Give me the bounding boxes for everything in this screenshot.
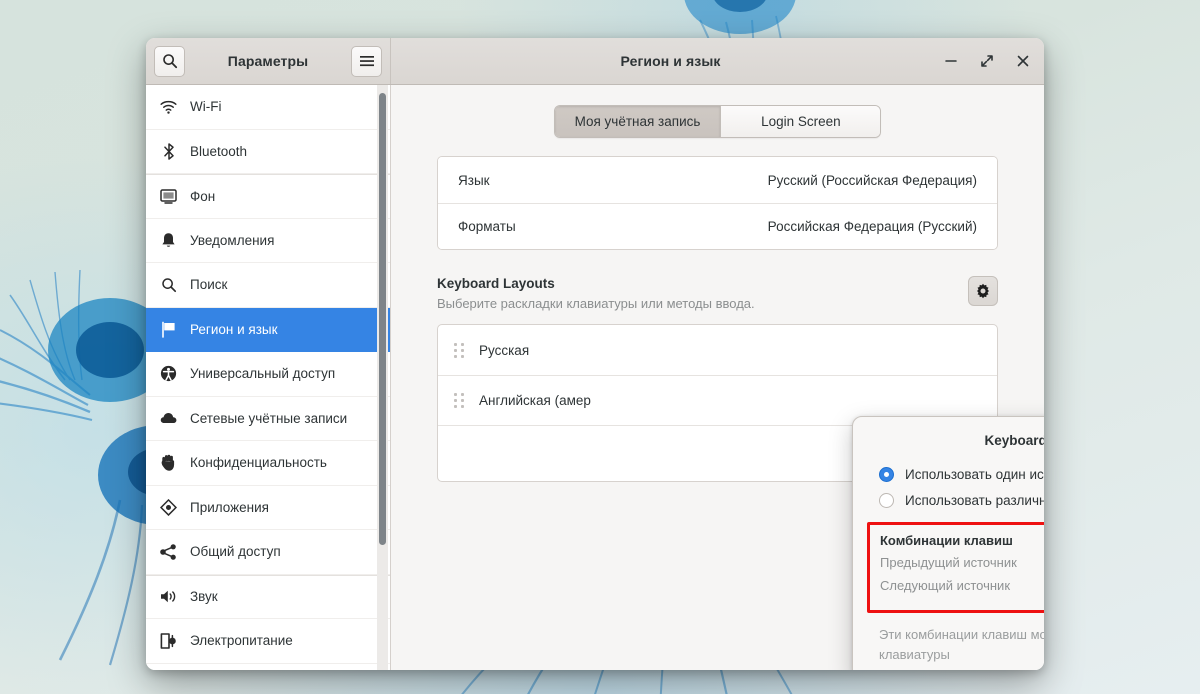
sidebar-item-label: Wi-Fi — [190, 99, 222, 115]
share-icon — [160, 543, 177, 560]
radio-selected-icon[interactable] — [879, 466, 894, 482]
keyboard-layouts-section-header: Keyboard Layouts Выберите раскладки клав… — [437, 276, 998, 311]
window-controls — [936, 46, 1038, 76]
option-label: Использовать один источник для всех окон — [905, 466, 1044, 482]
desktop-background-icon — [160, 188, 177, 205]
search-icon — [160, 276, 177, 293]
sidebar: Wi-Fi Bluetooth Фон Уведомления Поиск Ре… — [146, 85, 391, 670]
account-mode-switcher: Моя учётная запись Login Screen — [437, 105, 998, 138]
row-label: Форматы — [458, 219, 516, 234]
shortcut-label: Следующий источник — [880, 578, 1010, 593]
hand-icon — [160, 454, 177, 471]
section-subtitle: Выберите раскладки клавиатуры или методы… — [437, 296, 755, 311]
power-plug-icon — [160, 632, 177, 649]
option-single-source[interactable]: Использовать один источник для всех окон — [867, 461, 1044, 487]
sidebar-item-online-accounts[interactable]: Сетевые учётные записи — [146, 397, 390, 441]
content-headerbar: Регион и язык — [391, 38, 1044, 84]
keyboard-options-button[interactable] — [968, 276, 998, 306]
close-icon — [1017, 55, 1029, 67]
sidebar-item-label: Конфиденциальность — [190, 455, 327, 471]
sidebar-item-label: Общий доступ — [190, 544, 281, 560]
row-label: Язык — [458, 172, 490, 188]
cloud-icon — [160, 410, 177, 427]
close-button[interactable] — [1008, 46, 1038, 76]
shortcut-previous-source[interactable]: Предыдущий источник Shift+Super+Пробел — [880, 555, 1044, 578]
sidebar-item-label: Звук — [190, 589, 218, 605]
maximize-button[interactable] — [972, 46, 1002, 76]
sidebar-headerbar: Параметры — [146, 38, 391, 84]
language-list: Язык Русский (Российская Федерация) Форм… — [437, 156, 998, 250]
minimize-icon — [945, 60, 957, 62]
window-title: Регион и язык — [620, 53, 721, 69]
sidebar-scrollbar[interactable] — [379, 93, 386, 545]
option-per-window-source[interactable]: Использовать различные источники для каж… — [867, 487, 1044, 513]
sidebar-header-title: Параметры — [227, 53, 309, 69]
keyboard-layout-label: Русская — [479, 342, 530, 358]
sidebar-item-label: Уведомления — [190, 232, 275, 248]
sidebar-item-wifi[interactable]: Wi-Fi — [146, 85, 390, 130]
row-formats[interactable]: Форматы Российская Федерация (Русский) — [438, 203, 997, 249]
sidebar-item-background[interactable]: Фон — [146, 174, 390, 219]
sidebar-item-label: Bluetooth — [190, 143, 248, 159]
row-language[interactable]: Язык Русский (Российская Федерация) — [438, 157, 997, 203]
sidebar-item-region-and-language[interactable]: Регион и язык — [146, 307, 390, 352]
row-value: Российская Федерация (Русский) — [767, 219, 977, 234]
sidebar-item-privacy[interactable]: Конфиденциальность — [146, 441, 390, 486]
main-menu-button[interactable] — [351, 45, 382, 77]
shortcut-next-source[interactable]: Следующий источник Super+Пробел — [880, 578, 1044, 601]
keyboard-layout-row[interactable]: Русская — [438, 325, 997, 375]
section-title: Keyboard Layouts — [437, 276, 555, 291]
content-area: Моя учётная запись Login Screen Язык Рус… — [391, 85, 1044, 670]
sidebar-item-label: Поиск — [190, 277, 228, 293]
settings-window: Параметры Регион и язык Wi-Fi Bluetooth … — [146, 38, 1044, 670]
drag-handle-icon[interactable] — [454, 393, 465, 409]
minimize-button[interactable] — [936, 46, 966, 76]
sidebar-item-applications[interactable]: Приложения — [146, 486, 390, 530]
bell-icon — [160, 232, 177, 249]
apps-icon — [160, 498, 177, 516]
sidebar-item-notifications[interactable]: Уведомления — [146, 219, 390, 263]
window-body: Wi-Fi Bluetooth Фон Уведомления Поиск Ре… — [146, 85, 1044, 670]
accessibility-icon — [160, 365, 177, 382]
sidebar-item-label: Универсальный доступ — [190, 366, 336, 382]
bluetooth-icon — [160, 143, 177, 160]
desktop: Параметры Регион и язык Wi-Fi Bluetooth … — [0, 0, 1200, 694]
sidebar-item-label: Сетевые учётные записи — [190, 410, 348, 426]
sidebar-item-power[interactable]: Электропитание — [146, 619, 390, 664]
shortcuts-title: Комбинации клавиш — [880, 533, 1013, 548]
sidebar-item-label: Электропитание — [190, 633, 293, 649]
sidebar-item-search[interactable]: Поиск — [146, 263, 390, 308]
tab-my-account[interactable]: Моя учётная запись — [554, 106, 721, 137]
tab-login-screen[interactable]: Login Screen — [720, 106, 881, 137]
sidebar-item-sharing[interactable]: Общий доступ — [146, 530, 390, 575]
maximize-icon — [981, 55, 993, 67]
window-headerbar: Параметры Регион и язык — [146, 38, 1044, 85]
keyboard-layout-options-popover: Keyboard Layout Options Использовать оди… — [852, 416, 1044, 670]
popover-title: Keyboard Layout Options — [984, 433, 1044, 448]
gear-icon — [977, 283, 989, 299]
row-value: Русский (Российская Федерация) — [767, 172, 977, 188]
keyboard-layout-label: Английская (амер — [479, 393, 591, 408]
search-icon — [162, 54, 177, 69]
sidebar-item-universal-access[interactable]: Универсальный доступ — [146, 352, 390, 397]
wifi-icon — [160, 98, 177, 115]
shortcuts-highlight-block: Комбинации клавиш Предыдущий источник Sh… — [867, 522, 1044, 613]
sidebar-item-label: Фон — [190, 188, 216, 204]
flag-icon — [160, 321, 177, 338]
search-button[interactable] — [154, 45, 185, 77]
popover-note: Эти комбинации клавиш можно изменить в п… — [879, 627, 1044, 662]
radio-unselected-icon[interactable] — [879, 492, 894, 508]
sidebar-item-label: Регион и язык — [190, 321, 278, 337]
drag-handle-icon[interactable] — [454, 342, 465, 358]
sidebar-item-sound[interactable]: Звук — [146, 574, 390, 619]
hamburger-menu-icon — [359, 56, 374, 67]
option-label: Использовать различные источники для каж… — [905, 492, 1044, 508]
sidebar-item-label: Приложения — [190, 499, 269, 515]
speaker-icon — [160, 588, 177, 605]
sidebar-list: Wi-Fi Bluetooth Фон Уведомления Поиск Ре… — [146, 85, 390, 670]
sidebar-item-bluetooth[interactable]: Bluetooth — [146, 130, 390, 174]
shortcut-label: Предыдущий источник — [880, 555, 1017, 570]
